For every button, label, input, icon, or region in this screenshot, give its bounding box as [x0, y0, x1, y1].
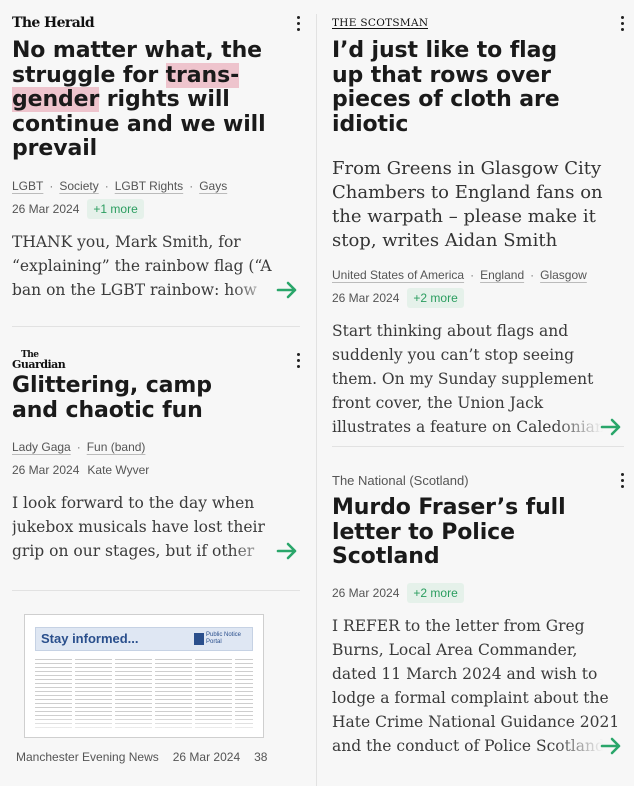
more-tags-button[interactable]: +2 more [407, 288, 464, 308]
page-number: 38 [254, 750, 268, 764]
tag-list: United States of America · England · Glasgow [332, 268, 587, 282]
article-card[interactable]: The Guardian Glittering, camp and chaotic… [12, 350, 300, 563]
source-logo: The Guardian [12, 350, 66, 371]
more-options-icon[interactable] [612, 470, 632, 490]
column-divider [316, 14, 317, 786]
article-date: 26 Mar 2024 [332, 291, 400, 305]
tag[interactable]: Glasgow [540, 268, 587, 282]
article-excerpt: THANK you, Mark Smith, for “explaining” … [12, 230, 300, 302]
tag[interactable]: LGBT [12, 179, 43, 193]
more-options-icon[interactable] [288, 13, 308, 33]
arrow-right-icon[interactable] [598, 415, 624, 439]
tag[interactable]: LGBT Rights [115, 179, 183, 193]
clipping-caption: Manchester Evening News 26 Mar 2024 38 [16, 750, 267, 764]
article-date: 26 Mar 2024 [172, 750, 241, 764]
clipping-banner: Stay informed... Public Notice Portal [35, 627, 253, 651]
card-header: THE SCOTSMAN [332, 13, 624, 33]
more-options-icon[interactable] [288, 350, 308, 370]
article-card[interactable]: The National (Scotland) Murdo Fraser’s f… [332, 470, 624, 758]
card-header: The National (Scotland) [332, 470, 624, 490]
tag[interactable]: Gays [199, 179, 227, 193]
article-meta: 26 Mar 2024 +1 more [12, 198, 300, 220]
more-tags-button[interactable]: +1 more [87, 198, 144, 219]
article-excerpt: Start thinking about flags and suddenly … [332, 319, 624, 439]
article-excerpt: I look forward to the day when jukebox m… [12, 491, 300, 563]
article-headline[interactable]: I’d just like to flag up that rows over … [332, 38, 592, 137]
article-author: Kate Wyver [87, 463, 150, 477]
article-meta: 26 Mar 2024 Kate Wyver [12, 459, 300, 481]
newspaper-clipping-thumbnail[interactable]: Stay informed... Public Notice Portal [24, 614, 264, 738]
article-date: 26 Mar 2024 [332, 585, 400, 600]
arrow-right-icon[interactable] [274, 278, 300, 302]
article-meta: 26 Mar 2024 +2 more [332, 582, 624, 604]
arrow-right-icon[interactable] [598, 734, 624, 758]
tag[interactable]: United States of America [332, 268, 464, 282]
card-header: The Guardian [12, 350, 300, 370]
card-divider [12, 326, 300, 327]
arrow-right-icon[interactable] [274, 539, 300, 563]
card-divider [12, 590, 300, 591]
source-name: Manchester Evening News [16, 750, 159, 764]
source-logo: THE SCOTSMAN [332, 16, 429, 29]
article-date: 26 Mar 2024 [12, 201, 80, 216]
article-excerpt: I REFER to the letter from Greg Burns, L… [332, 614, 624, 758]
portal-icon [194, 633, 204, 645]
article-headline[interactable]: No matter what, the struggle for trans-g… [12, 38, 290, 162]
source-name: The National (Scotland) [332, 472, 469, 488]
tag-list: LGBT · Society · LGBT Rights · Gays [12, 178, 228, 193]
article-headline[interactable]: Glittering, camp and chaotic fun [12, 373, 262, 423]
tag[interactable]: Lady Gaga [12, 440, 71, 454]
article-card[interactable]: THE SCOTSMAN I’d just like to flag up th… [332, 13, 624, 439]
more-options-icon[interactable] [612, 13, 632, 33]
card-header: The Herald [12, 13, 300, 33]
more-tags-button[interactable]: +2 more [407, 582, 464, 603]
tag[interactable]: Society [59, 179, 98, 193]
article-headline[interactable]: Murdo Fraser’s full letter to Police Sco… [332, 495, 602, 570]
article-subheadline: From Greens in Glasgow City Chambers to … [332, 158, 603, 251]
article-date: 26 Mar 2024 [12, 463, 80, 477]
source-logo: The Herald [12, 15, 95, 31]
article-meta: 26 Mar 2024 +2 more [332, 287, 624, 309]
tag[interactable]: England [480, 268, 524, 282]
tag[interactable]: Fun (band) [87, 440, 146, 454]
card-divider [332, 446, 624, 447]
tag-list: Lady Gaga · Fun (band) [12, 440, 146, 454]
article-card[interactable]: The Herald No matter what, the struggle … [12, 13, 300, 302]
